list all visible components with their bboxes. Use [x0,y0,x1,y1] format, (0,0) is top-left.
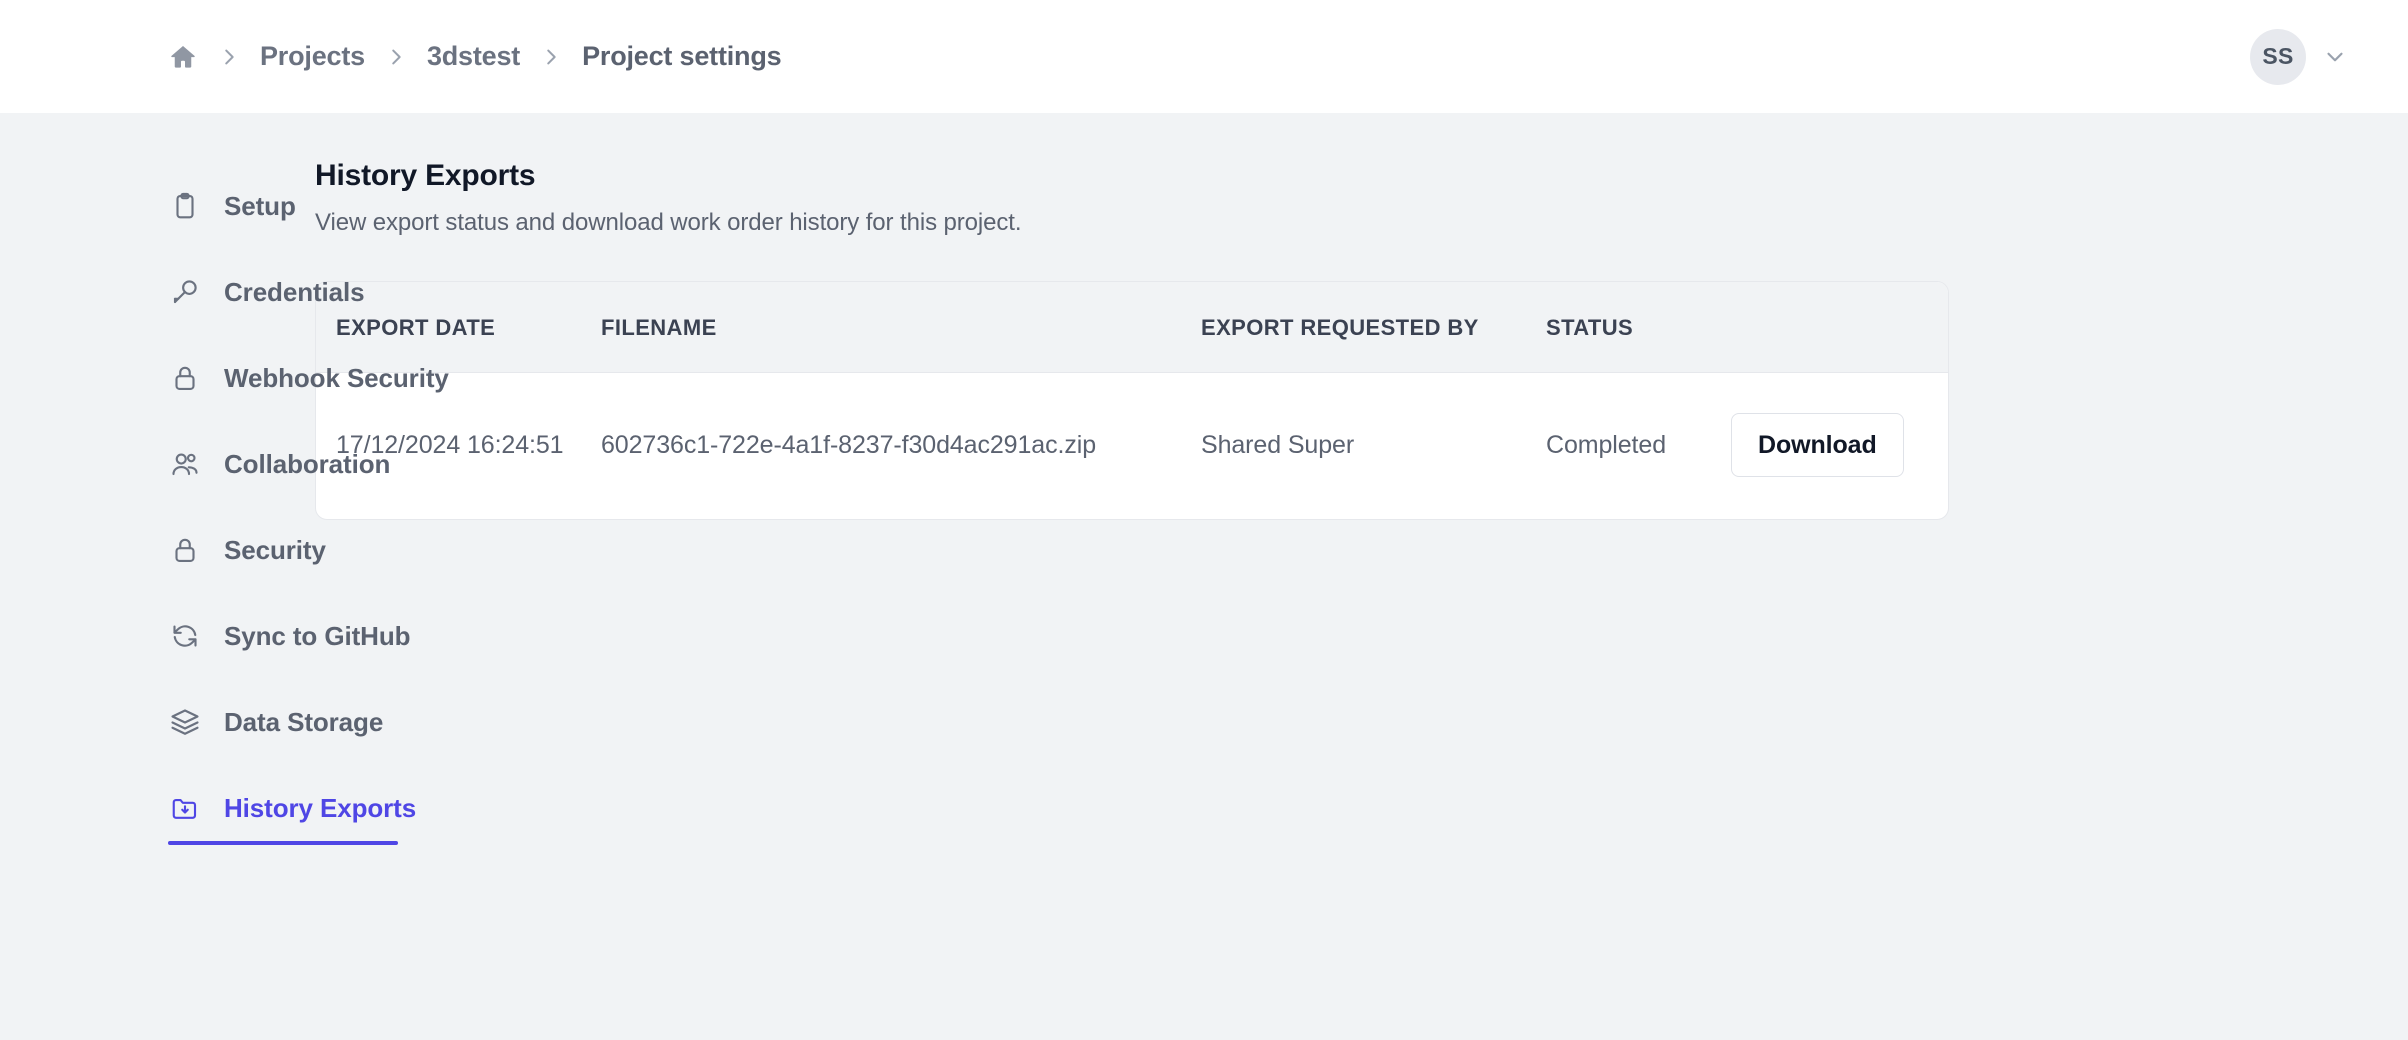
sidebar-item-history-exports[interactable]: History Exports [168,765,416,851]
breadcrumb-item-projects[interactable]: Projects [260,41,365,72]
sidebar-item-label: Webhook Security [224,362,449,393]
page-title: History Exports [315,159,536,192]
main-content: History Exports View export status and d… [310,113,2408,1040]
breadcrumb-separator-2 [365,42,427,72]
avatar[interactable]: SS [2250,28,2306,85]
breadcrumb-separator-1 [198,42,260,72]
download-button[interactable]: Download [1731,413,1904,477]
table-header-row: EXPORT DATE FILENAME EXPORT REQUESTED BY… [316,282,1948,373]
home-icon[interactable] [168,42,198,72]
refresh-icon [168,619,202,653]
column-header-requested-by: EXPORT REQUESTED BY [1201,282,1546,373]
sidebar-item-label: Data Storage [224,706,384,737]
account-menu[interactable]: SS [2250,28,2348,85]
table-row: 17/12/2024 16:24:51 602736c1-722e-4a1f-8… [316,373,1948,520]
breadcrumb-item-project[interactable]: 3dstest [427,41,520,72]
column-header-actions [1731,282,1948,373]
table-body: 17/12/2024 16:24:51 602736c1-722e-4a1f-8… [316,373,1948,520]
sidebar-item-webhook-security[interactable]: Webhook Security [168,335,449,421]
column-header-status: STATUS [1546,282,1731,373]
chevron-down-icon[interactable] [2322,44,2348,70]
layers-icon [168,705,202,739]
status-badge: Completed [1546,430,1666,459]
sidebar-item-label: Credentials [224,276,365,307]
sidebar-item-collaboration[interactable]: Collaboration [168,421,390,507]
breadcrumb: Projects 3dstest Project settings [168,41,782,72]
lock-icon [168,533,202,567]
history-exports-table: EXPORT DATE FILENAME EXPORT REQUESTED BY… [316,282,1948,520]
cell-export-date: 17/12/2024 16:24:51 [336,430,564,459]
sidebar-item-label: Collaboration [224,448,391,479]
cell-actions: Download [1731,373,1948,520]
sidebar-item-data-storage[interactable]: Data Storage [168,679,383,765]
sidebar-item-label: Sync to GitHub [224,620,411,651]
sidebar-item-sync-to-github[interactable]: Sync to GitHub [168,593,410,679]
app-root: Projects 3dstest Project settings SS Set… [0,0,2408,1040]
column-header-filename: FILENAME [601,282,1201,373]
folder-download-icon [168,791,202,825]
clipboard-icon [168,189,202,223]
cell-filename: 602736c1-722e-4a1f-8237-f30d4ac291ac.zip [601,430,1096,459]
sidebar-item-setup[interactable]: Setup [168,163,310,249]
page-subtitle: View export status and download work ord… [315,209,1022,236]
users-icon [168,447,202,481]
top-bar: Projects 3dstest Project settings SS [0,0,2408,113]
sidebar-item-label: History Exports [224,792,417,823]
sidebar-item-security[interactable]: Security [168,507,326,593]
breadcrumb-item-project-settings[interactable]: Project settings [582,41,782,72]
cell-requested-by: Shared Super [1201,430,1355,459]
sidebar-item-label: Security [224,534,326,565]
sidebar-item-credentials[interactable]: Credentials [168,249,365,335]
page-body: Setup Credentials Webhook Security Colla… [0,113,2408,1040]
lock-icon [168,361,202,395]
settings-sidebar: Setup Credentials Webhook Security Colla… [0,113,449,1040]
key-icon [168,275,202,309]
history-exports-card: EXPORT DATE FILENAME EXPORT REQUESTED BY… [315,281,1949,520]
sidebar-item-label: Setup [224,190,296,221]
breadcrumb-separator-3 [520,42,582,72]
table-head: EXPORT DATE FILENAME EXPORT REQUESTED BY… [316,282,1948,373]
